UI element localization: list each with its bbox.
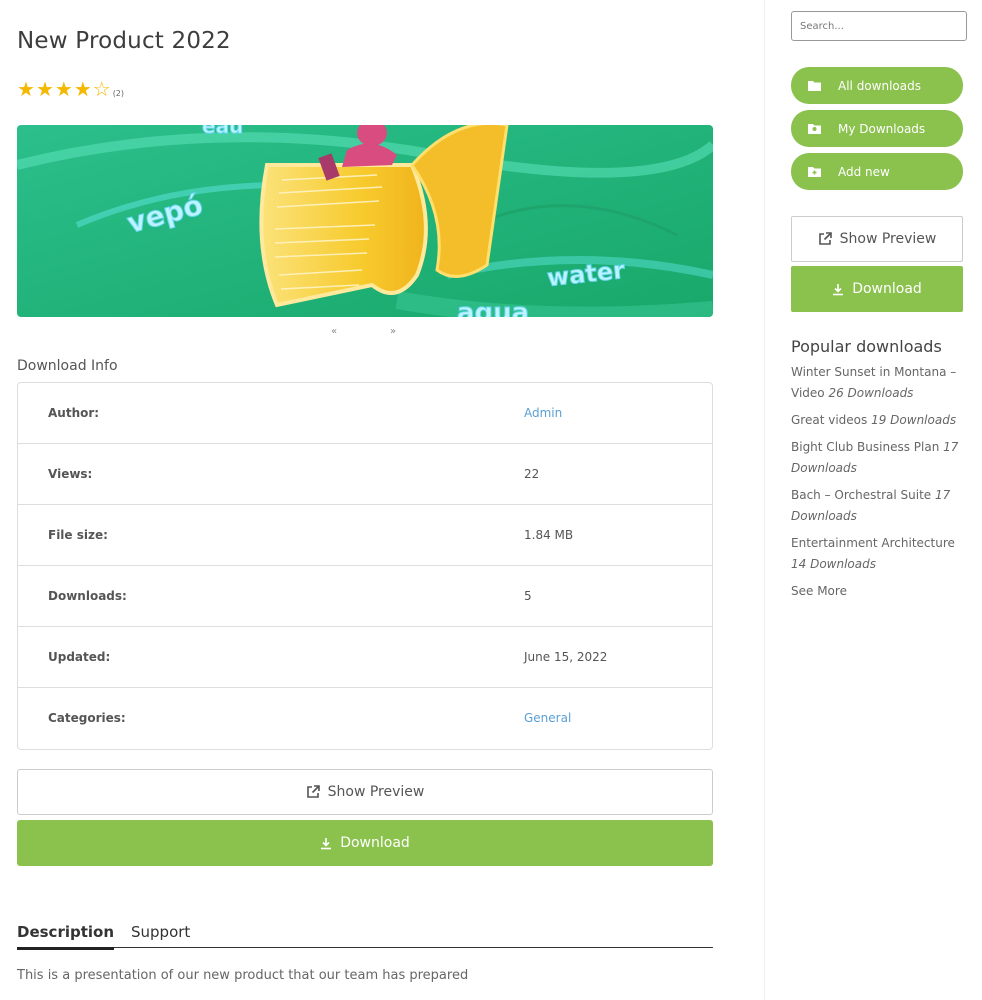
list-item: Winter Sunset in Montana – Video 26 Down… — [791, 362, 967, 404]
popular-item-count: 19 Downloads — [871, 413, 957, 427]
list-item: Bight Club Business Plan 17 Downloads — [791, 437, 967, 479]
popular-item-link[interactable]: Entertainment Architecture — [791, 536, 955, 550]
sidebar-download-button[interactable]: Download — [791, 266, 963, 312]
page-title: New Product 2022 — [17, 28, 231, 54]
info-value: 22 — [524, 467, 540, 481]
star-empty-icon[interactable]: ☆ — [93, 79, 111, 99]
carousel-nav: « » — [17, 326, 713, 340]
rating-count: (2) — [112, 89, 125, 98]
sidebar-show-preview-button[interactable]: Show Preview — [791, 216, 963, 262]
info-row-author: Author: Admin — [18, 383, 712, 444]
nav-label: Add new — [838, 164, 890, 179]
info-label: Downloads: — [48, 589, 127, 603]
nav-label: My Downloads — [838, 121, 926, 136]
info-row-downloads: Downloads: 5 — [18, 566, 712, 627]
search-input[interactable] — [791, 11, 967, 41]
info-row-views: Views: 22 — [18, 444, 712, 505]
download-button[interactable]: Download — [17, 820, 713, 866]
show-preview-button[interactable]: Show Preview — [17, 769, 713, 815]
star-filled-icon[interactable]: ★ — [55, 79, 73, 99]
category-link[interactable]: General — [524, 711, 571, 725]
info-value: 5 — [524, 589, 532, 603]
popular-item-link[interactable]: Great videos — [791, 413, 867, 427]
popular-downloads-title: Popular downloads — [791, 337, 942, 356]
info-value: June 15, 2022 — [524, 650, 608, 664]
external-link-icon — [818, 232, 832, 246]
tab-support[interactable]: Support — [131, 923, 190, 941]
info-label: Updated: — [48, 650, 111, 664]
author-link[interactable]: Admin — [524, 406, 562, 420]
all-downloads-button[interactable]: All downloads — [791, 67, 963, 104]
star-filled-icon[interactable]: ★ — [17, 79, 35, 99]
download-info-table: Author: Admin Views: 22 File size: 1.84 … — [17, 382, 713, 750]
carousel-prev-button[interactable]: « — [331, 326, 337, 337]
external-link-icon — [306, 785, 320, 799]
info-row-categories: Categories: General — [18, 688, 712, 749]
info-row-updated: Updated: June 15, 2022 — [18, 627, 712, 688]
popular-item-count: 26 Downloads — [828, 386, 914, 400]
product-image: vepó water aqua éau — [17, 125, 713, 317]
info-value: 1.84 MB — [524, 528, 574, 542]
rating: ★ ★ ★ ★ ☆ (2) — [17, 79, 124, 99]
info-label: Author: — [48, 406, 100, 420]
popular-item-count: 14 Downloads — [791, 557, 876, 571]
folder-icon — [807, 80, 821, 92]
download-icon — [832, 283, 844, 296]
info-label: Views: — [48, 467, 93, 481]
download-icon — [320, 837, 332, 850]
sidebar-preview-label: Show Preview — [839, 231, 937, 247]
download-label: Download — [340, 835, 410, 851]
tab-description[interactable]: Description — [17, 923, 115, 950]
hero-word: aqua — [457, 298, 529, 317]
see-more-link[interactable]: See More — [791, 584, 847, 598]
show-preview-label: Show Preview — [327, 784, 425, 800]
sidebar-download-label: Download — [852, 281, 922, 297]
download-info-title: Download Info — [17, 358, 118, 374]
tabs: Description Support — [17, 920, 713, 950]
hero-word: éau — [202, 125, 243, 138]
info-row-file-size: File size: 1.84 MB — [18, 505, 712, 566]
star-filled-icon[interactable]: ★ — [36, 79, 54, 99]
folder-plus-icon — [807, 166, 821, 178]
popular-item-link[interactable]: Bach – Orchestral Suite — [791, 488, 931, 502]
popular-downloads-list: Winter Sunset in Montana – Video 26 Down… — [791, 362, 967, 581]
sidebar-divider — [764, 0, 765, 1000]
list-item: Entertainment Architecture 14 Downloads — [791, 533, 967, 575]
add-new-button[interactable]: Add new — [791, 153, 963, 190]
popular-item-link[interactable]: Bight Club Business Plan — [791, 440, 939, 454]
info-label: File size: — [48, 528, 108, 542]
nav-label: All downloads — [838, 78, 921, 93]
description-text: This is a presentation of our new produc… — [17, 968, 469, 983]
user-folder-icon — [807, 123, 821, 135]
my-downloads-button[interactable]: My Downloads — [791, 110, 963, 147]
list-item: Bach – Orchestral Suite 17 Downloads — [791, 485, 967, 527]
info-label: Categories: — [48, 711, 126, 725]
list-item: Great videos 19 Downloads — [791, 410, 967, 431]
carousel-next-button[interactable]: » — [390, 326, 396, 337]
star-filled-icon[interactable]: ★ — [74, 79, 92, 99]
